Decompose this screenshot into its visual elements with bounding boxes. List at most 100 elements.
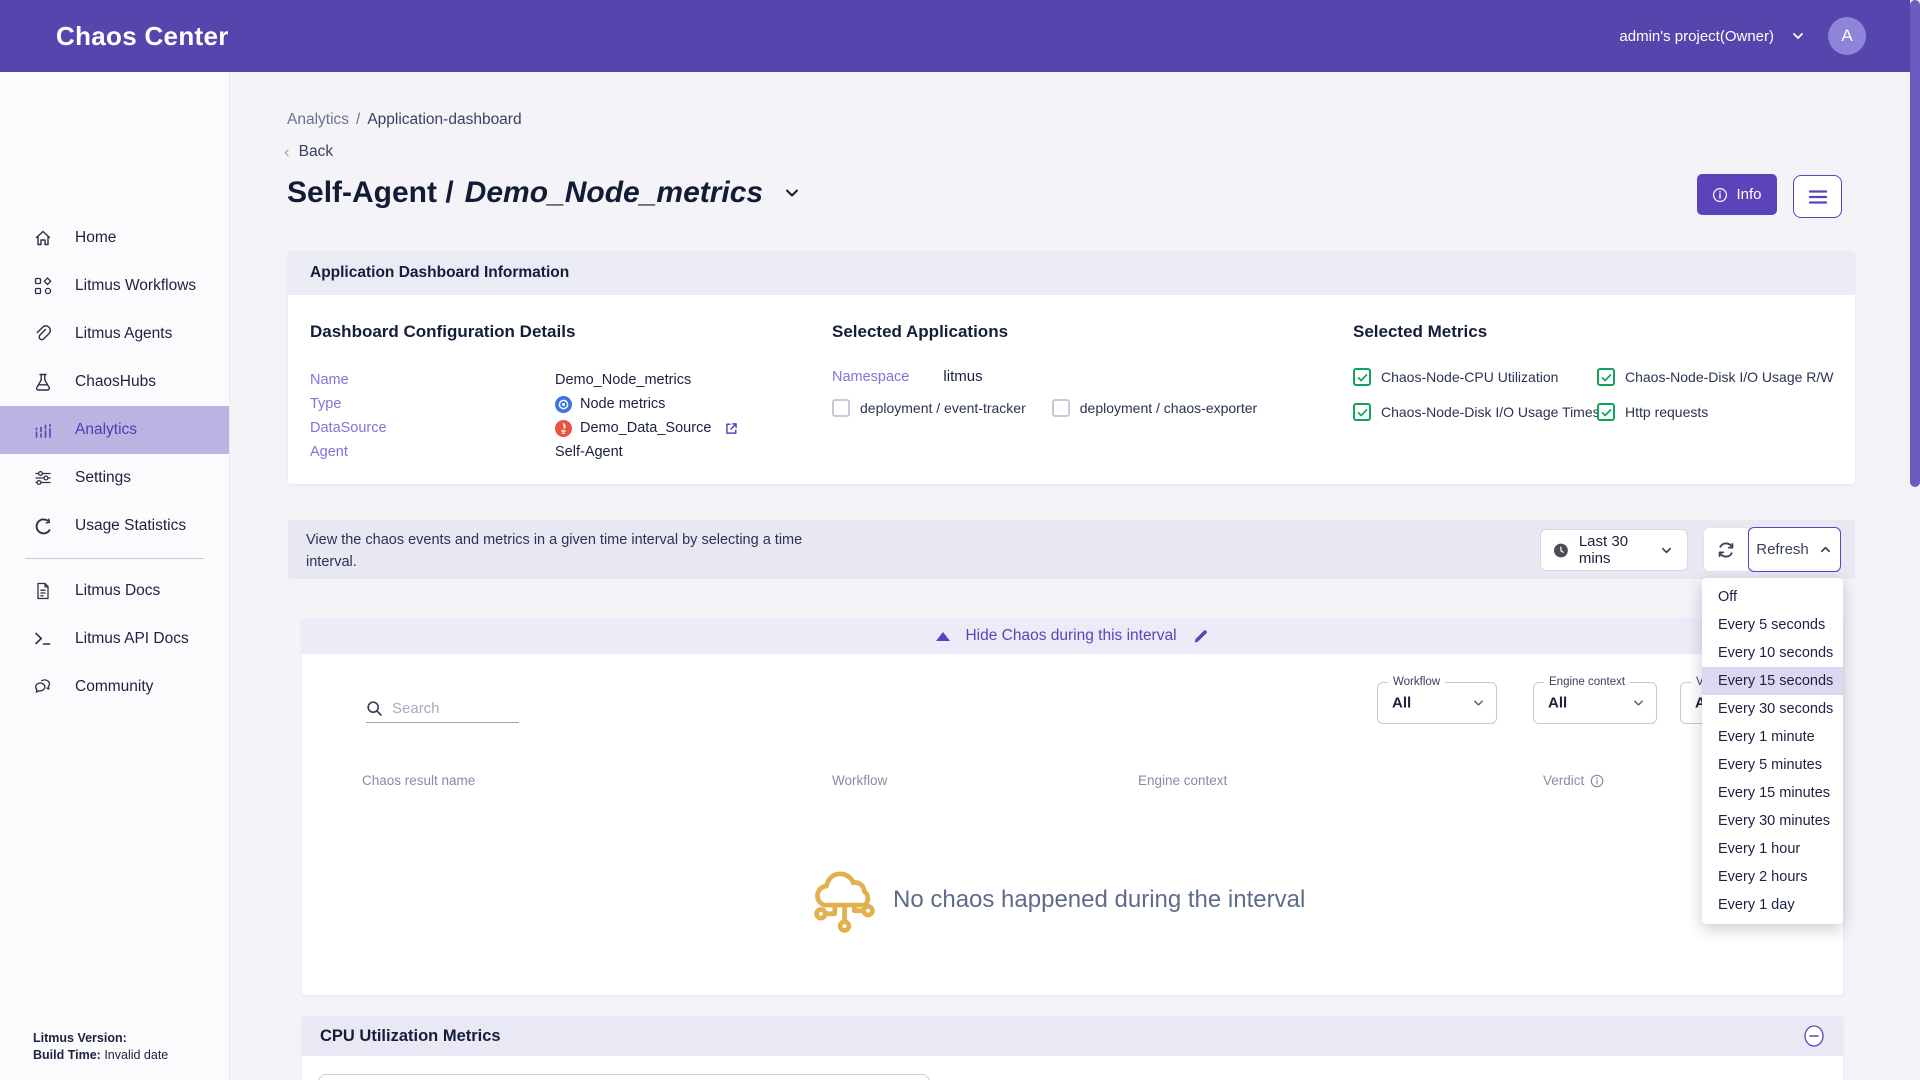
refresh-rate-label: Refresh [1756,541,1809,558]
sidebar-item-label: Home [75,229,116,247]
column-header-workflow: Workflow [832,773,887,788]
cloud-network-icon [811,862,879,947]
engine-context-filter-select[interactable]: Engine context All [1533,682,1657,724]
top-nav-bar: Chaos Center admin's project(Owner) A [0,0,1920,72]
usage-icon [33,516,53,536]
refresh-option-5s[interactable]: Every 5 seconds [1702,611,1843,639]
version-label: Litmus Version: [33,1031,127,1045]
topbar-right: admin's project(Owner) A [1619,0,1866,72]
avatar[interactable]: A [1828,17,1866,55]
config-row-agent: Agent Self-Agent [310,440,739,464]
sidebar-item-label: Litmus Workflows [75,277,196,295]
back-label: Back [299,143,333,161]
build-time-label: Build Time: [33,1048,101,1062]
metric-checkbox-http-requests[interactable]: Http requests [1597,403,1834,421]
refresh-option-15s[interactable]: Every 15 seconds [1702,667,1843,695]
home-icon [33,228,53,248]
dashboard-switcher-chevron-icon[interactable] [781,182,803,204]
refresh-option-10s[interactable]: Every 10 seconds [1702,639,1843,667]
refresh-option-15m[interactable]: Every 15 minutes [1702,779,1843,807]
sidebar-item-label: Settings [75,469,131,487]
hide-chaos-toggle[interactable]: Hide Chaos during this interval [302,618,1843,654]
sidebar-divider [25,558,204,559]
refresh-rate-button[interactable]: Refresh [1748,527,1841,572]
sidebar-item-litmus-workflows[interactable]: Litmus Workflows [0,262,229,310]
cpu-legend-panel [318,1074,930,1080]
breadcrumb: Analytics/Application-dashboard [287,111,522,129]
app-checkbox-event-tracker[interactable]: deployment / event-tracker [832,399,1026,417]
external-link-icon[interactable] [724,421,739,436]
refresh-option-1m[interactable]: Every 1 minute [1702,723,1843,751]
sidebar-item-chaoshubs[interactable]: ChaosHubs [0,358,229,406]
config-row-name: Name Demo_Node_metrics [310,368,739,392]
info-icon [1712,187,1728,203]
sidebar-nav: Home Litmus Workflows Litmus Agents Chao… [0,214,229,711]
refresh-rate-menu: Off Every 5 seconds Every 10 seconds Eve… [1702,578,1843,924]
metric-checkbox-disk-rw[interactable]: Chaos-Node-Disk I/O Usage R/W [1597,368,1834,386]
refresh-option-5m[interactable]: Every 5 minutes [1702,751,1843,779]
refresh-option-off[interactable]: Off [1702,583,1843,611]
refresh-option-1d[interactable]: Every 1 day [1702,891,1843,919]
title-dashboard-name: Demo_Node_metrics [465,176,763,210]
metric-checkbox-cpu[interactable]: Chaos-Node-CPU Utilization [1353,368,1597,386]
sidebar-item-litmus-agents[interactable]: Litmus Agents [0,310,229,358]
app-checkbox-chaos-exporter[interactable]: deployment / chaos-exporter [1052,399,1257,417]
chevron-down-icon [1631,696,1646,711]
sidebar-item-community[interactable]: Community [0,663,229,711]
minus-circle-icon [1803,1024,1825,1048]
sidebar-item-label: Analytics [75,421,137,439]
breadcrumb-current: Application-dashboard [367,111,521,128]
chevron-up-icon [1818,542,1833,557]
time-range-button[interactable]: Last 30 mins [1540,529,1688,571]
sidebar-item-usage-statistics[interactable]: Usage Statistics [0,502,229,550]
back-link[interactable]: ‹ Back [284,142,333,162]
breadcrumb-analytics[interactable]: Analytics [287,111,349,128]
refresh-icon [1715,539,1737,561]
dashboard-menu-button[interactable] [1793,175,1842,218]
chevron-down-icon [1471,696,1486,711]
config-row-datasource: DataSource Demo_Data_Source [310,416,739,440]
selected-applications-title: Selected Applications [832,322,1257,342]
config-details-title: Dashboard Configuration Details [310,322,739,342]
sidebar-item-label: Litmus Docs [75,582,160,600]
dashboard-info-body: Dashboard Configuration Details Name Dem… [288,295,1855,484]
search-input[interactable] [392,700,502,717]
scrollbar-track[interactable] [1910,0,1920,1080]
scrollbar-thumb[interactable] [1910,0,1920,487]
sidebar-item-litmus-docs[interactable]: Litmus Docs [0,567,229,615]
info-button[interactable]: Info [1697,174,1777,215]
column-header-verdict: Verdict [1543,773,1604,788]
refresh-option-1h[interactable]: Every 1 hour [1702,835,1843,863]
terminal-icon [33,629,53,649]
cpu-utilization-card: CPU Utilization Metrics [302,1016,1843,1080]
search-field[interactable] [366,694,519,723]
sidebar-item-label: Litmus Agents [75,325,172,343]
metric-checkbox-disk-times[interactable]: Chaos-Node-Disk I/O Usage Times [1353,403,1597,421]
sidebar-item-litmus-api-docs[interactable]: Litmus API Docs [0,615,229,663]
pencil-icon[interactable] [1192,628,1209,645]
refresh-option-2h[interactable]: Every 2 hours [1702,863,1843,891]
flask-icon [33,372,53,392]
chaos-events-card: Hide Chaos during this interval Workflow… [302,618,1843,995]
refresh-option-30m[interactable]: Every 30 minutes [1702,807,1843,835]
node-metrics-icon [555,396,572,413]
sidebar-version-info: Litmus Version: Build Time: Invalid date [33,1030,168,1064]
sidebar-item-label: Usage Statistics [75,517,186,535]
refresh-option-30s[interactable]: Every 30 seconds [1702,695,1843,723]
verdict-info-icon[interactable] [1590,774,1604,788]
time-range-label: Last 30 mins [1579,533,1648,567]
checkbox-checked-icon [1597,368,1615,386]
collapse-section-button[interactable] [1803,1024,1825,1048]
hamburger-icon [1807,188,1829,206]
workflow-filter-select[interactable]: Workflow All [1377,682,1497,724]
chevron-down-icon[interactable] [1790,28,1806,44]
sidebar-item-label: Litmus API Docs [75,630,189,648]
sidebar-item-home[interactable]: Home [0,214,229,262]
app-title: Chaos Center [56,21,229,52]
column-header-chaos-result-name: Chaos result name [362,773,475,788]
sidebar-item-settings[interactable]: Settings [0,454,229,502]
project-switcher[interactable]: admin's project(Owner) [1619,28,1774,45]
sidebar-item-analytics[interactable]: Analytics [0,406,229,454]
refresh-now-button[interactable] [1703,527,1749,572]
config-row-type: Type Node metrics [310,392,739,416]
